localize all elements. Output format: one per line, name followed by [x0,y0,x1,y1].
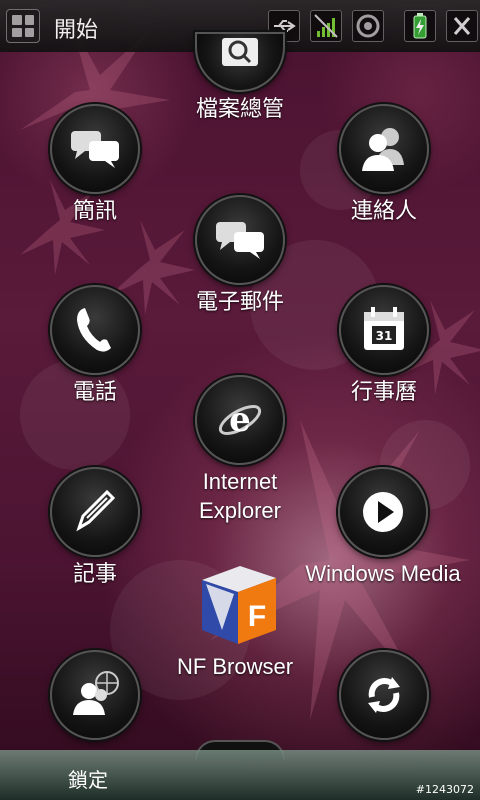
app-windows-media[interactable]: Windows Media [293,467,473,588]
battery-icon[interactable] [404,10,436,42]
messenger-icon [50,650,140,740]
speaker-icon[interactable] [352,10,384,42]
email-icon [195,195,285,285]
watermark: #1243072 [415,783,474,796]
notes-icon [50,467,140,557]
nf-browser-letter: F [248,600,266,633]
nf-browser-icon: F [190,560,280,650]
lock-button[interactable]: 鎖定 [68,764,108,793]
sync-icon [339,650,429,740]
file-explorer-icon [195,32,285,92]
app-messenger[interactable] [10,650,180,742]
contacts-icon [339,104,429,194]
calendar-day-number: 31 [376,329,393,343]
phone-icon [50,285,140,375]
bottom-bar: 鎖定 [0,750,480,800]
start-button[interactable] [6,9,40,43]
app-label: Windows Media [305,561,461,586]
start-title: 開始 [54,18,99,43]
close-icon[interactable] [446,10,478,42]
media-play-icon [338,467,428,557]
messaging-icon [50,104,140,194]
svg-text:e: e [229,400,251,440]
calendar-icon: 31 [339,285,429,375]
app-sync[interactable] [299,650,469,742]
internet-explorer-icon: e [195,375,285,465]
